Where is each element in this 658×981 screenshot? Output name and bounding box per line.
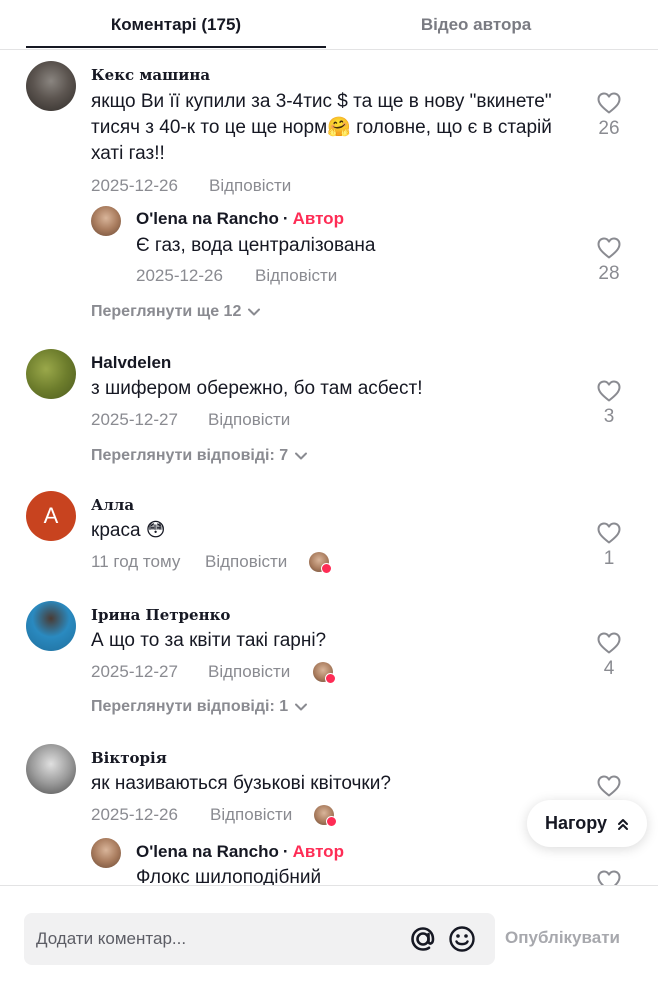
- avatar[interactable]: A: [26, 491, 76, 541]
- tab-comments[interactable]: Коментарі (175): [26, 0, 326, 49]
- like-count: 1: [603, 548, 615, 569]
- chevron-down-icon: [295, 452, 308, 460]
- comments-list[interactable]: Кекс машина якщо Ви її купили за 3-4тис …: [0, 50, 658, 885]
- reply-text: Є газ, вода централізована: [136, 235, 376, 256]
- avatar[interactable]: [91, 206, 121, 236]
- comment-text: якщо Ви її купили за 3-4тис $ та ще в но…: [91, 91, 552, 164]
- reply-button[interactable]: Відповісти: [210, 805, 292, 825]
- like-count: 28: [598, 263, 620, 284]
- comment-username[interactable]: Ірина Петренко: [91, 606, 230, 624]
- like-button[interactable]: 1: [589, 522, 629, 570]
- comment-text: краса 😳: [91, 520, 166, 541]
- author-badge: Автор: [292, 842, 344, 861]
- chevron-down-icon: [248, 308, 261, 316]
- heart-outline-icon: [597, 870, 621, 885]
- like-button[interactable]: 4: [589, 632, 629, 680]
- comment-text: як називаються бузькові квіточки?: [91, 773, 391, 794]
- like-button[interactable]: [589, 775, 629, 797]
- reply-button[interactable]: Відповісти: [209, 176, 291, 196]
- mention-icon[interactable]: [408, 924, 438, 954]
- reply-username[interactable]: O'lena na Rancho · Автор: [136, 209, 344, 229]
- comment-date: 11 год тому: [91, 552, 181, 571]
- view-more-replies-button[interactable]: Переглянути відповіді: 1: [91, 698, 308, 716]
- heart-outline-icon: [597, 92, 621, 114]
- comment-date: 2025-12-27: [91, 662, 178, 681]
- reply-date: 2025-12-26: [136, 266, 223, 285]
- comments-tabs: Коментарі (175) Відео автора: [0, 0, 658, 50]
- reply-username[interactable]: O'lena na Rancho · Автор: [136, 842, 344, 862]
- avatar[interactable]: [26, 61, 76, 111]
- comment-username[interactable]: Кекс машина: [91, 66, 210, 84]
- publish-button[interactable]: Опублікувати: [505, 928, 620, 948]
- avatar[interactable]: [26, 744, 76, 794]
- reply-button[interactable]: Відповісти: [205, 552, 287, 572]
- like-count: 4: [603, 658, 615, 679]
- tab-author-videos[interactable]: Відео автора: [326, 0, 626, 49]
- comment-username[interactable]: Halvdelen: [91, 353, 171, 373]
- creator-liked-heart-icon: [326, 816, 337, 827]
- comment-input[interactable]: [36, 913, 406, 965]
- view-more-label: Переглянути відповіді: 7: [91, 447, 289, 464]
- comment-date: 2025-12-26: [91, 805, 178, 824]
- heart-outline-icon: [597, 237, 621, 259]
- comment-composer: Опублікувати: [0, 885, 658, 981]
- reply-button[interactable]: Відповісти: [255, 266, 337, 286]
- comment-input-container: [24, 913, 495, 965]
- chevron-down-icon: [295, 703, 308, 711]
- reply-button[interactable]: Відповісти: [208, 410, 290, 430]
- view-more-replies-button[interactable]: Переглянути ще 12: [91, 303, 261, 321]
- view-more-label: Переглянути відповіді: 1: [91, 698, 289, 715]
- like-button[interactable]: 28: [589, 237, 629, 285]
- heart-outline-icon: [597, 775, 621, 797]
- view-more-label: Переглянути ще 12: [91, 303, 242, 320]
- creator-liked-heart-icon: [321, 563, 332, 574]
- comment-date: 2025-12-26: [91, 176, 178, 195]
- comment-username[interactable]: Алла: [91, 496, 134, 514]
- reply-text: Флокс шилоподібний: [136, 867, 322, 885]
- author-badge: Автор: [292, 209, 344, 228]
- comment-text: з шифером обережно, бо там асбест!: [91, 378, 423, 399]
- reply-button[interactable]: Відповісти: [208, 662, 290, 682]
- avatar[interactable]: [26, 601, 76, 651]
- heart-outline-icon: [597, 632, 621, 654]
- like-button[interactable]: 26: [589, 92, 629, 140]
- like-button[interactable]: [589, 870, 629, 885]
- active-tab-indicator: [26, 46, 326, 48]
- like-button[interactable]: 3: [589, 380, 629, 428]
- heart-outline-icon: [597, 522, 621, 544]
- view-more-replies-button[interactable]: Переглянути відповіді: 7: [91, 447, 308, 465]
- avatar[interactable]: [26, 349, 76, 399]
- heart-outline-icon: [597, 380, 621, 402]
- creator-liked-heart-icon: [325, 673, 336, 684]
- back-to-top-button[interactable]: Нагору: [527, 800, 647, 847]
- like-count: 26: [598, 118, 620, 139]
- like-count: 3: [603, 406, 615, 427]
- avatar[interactable]: [91, 838, 121, 868]
- double-chevron-up-icon: [618, 818, 629, 830]
- back-to-top-label: Нагору: [544, 813, 608, 833]
- comment-username[interactable]: Вікторія: [91, 749, 167, 767]
- emoji-icon[interactable]: [447, 924, 477, 954]
- comment-text: А що то за квіти такі гарні?: [91, 630, 327, 651]
- avatar-letter: A: [43, 503, 59, 528]
- comment-date: 2025-12-27: [91, 410, 178, 429]
